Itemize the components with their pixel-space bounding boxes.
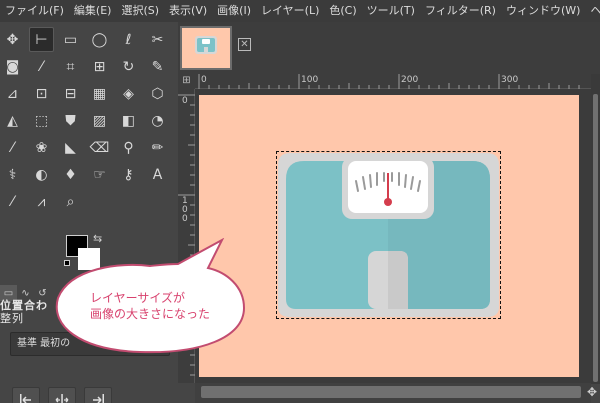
- menu-item[interactable]: 編集(E): [69, 0, 117, 22]
- align-section-label: 整列: [0, 312, 24, 325]
- rect-select-icon[interactable]: ▭: [58, 27, 83, 52]
- flip-icon[interactable]: ◭: [0, 108, 25, 133]
- horizontal-scroll-thumb[interactable]: [201, 386, 581, 398]
- dodge-icon[interactable]: ♦: [58, 162, 83, 187]
- callout-line-2: 画像の大きさになった: [90, 307, 211, 321]
- warp-transform-icon[interactable]: ⊟: [58, 81, 83, 106]
- horizontal-ruler: 0 100 200 300: [195, 74, 591, 89]
- menu-item[interactable]: 表示(V): [164, 0, 212, 22]
- airbrush-icon[interactable]: ⚲: [116, 135, 141, 160]
- callout-text: レイヤーサイズが 画像の大きさになった: [90, 290, 240, 322]
- lasso-icon[interactable]: ℓ: [116, 27, 141, 52]
- eraser-icon[interactable]: ⌫: [87, 135, 112, 160]
- fuzzy-select-icon[interactable]: ⁄: [29, 54, 54, 79]
- ruler-tick-label: 300: [501, 75, 519, 85]
- color-picker-icon[interactable]: ⊿: [0, 81, 25, 106]
- ruler-tick-label: 0: [201, 75, 207, 85]
- ruler-tick-label: 0: [182, 214, 188, 224]
- heal-icon[interactable]: ◧: [116, 108, 141, 133]
- tool-options-title: 位置合わ: [0, 299, 48, 312]
- ruler-corner-icon[interactable]: ⊞: [178, 74, 195, 89]
- align-center-button[interactable]: [48, 387, 76, 403]
- ruler-tick-label: 100: [301, 75, 319, 85]
- vertical-scroll-thumb[interactable]: [593, 94, 598, 382]
- crop-icon[interactable]: ⌗: [58, 54, 83, 79]
- ellipse-select-icon[interactable]: ◯: [87, 27, 112, 52]
- menu-item[interactable]: ウィンドウ(W): [501, 0, 585, 22]
- bucket-fill-icon[interactable]: ⛊: [58, 108, 83, 133]
- navigate-icon[interactable]: ✥: [587, 385, 600, 399]
- paintbrush-icon[interactable]: ⁄: [0, 135, 25, 160]
- image-tab-thumbnail[interactable]: [180, 26, 232, 70]
- seamless-clone-icon[interactable]: ⬚: [29, 108, 54, 133]
- align-right-button[interactable]: [84, 387, 112, 403]
- rotate-icon[interactable]: ↻: [116, 54, 141, 79]
- ruler-tick-label: 200: [401, 75, 419, 85]
- thumbnail-scale-icon: [195, 36, 217, 54]
- paths-icon[interactable]: ✎: [145, 54, 170, 79]
- color-picker-small-icon[interactable]: ⁄: [0, 189, 25, 214]
- menu-item[interactable]: ツール(T): [362, 0, 420, 22]
- scissors-select-icon[interactable]: ✂: [145, 27, 170, 52]
- image-tab-strip: ✕: [178, 22, 600, 74]
- foreground-select-icon[interactable]: ◙: [0, 54, 25, 79]
- unified-transform-icon[interactable]: ⊞: [87, 54, 112, 79]
- zoom-icon[interactable]: ⌕: [58, 189, 83, 214]
- 3d-transform-icon[interactable]: ◈: [116, 81, 141, 106]
- menu-item[interactable]: フィルター(R): [420, 0, 501, 22]
- text-icon[interactable]: A: [145, 162, 170, 187]
- cage-transform-icon[interactable]: ⬡: [145, 81, 170, 106]
- ink-icon[interactable]: ◣: [58, 135, 83, 160]
- align-tool-icon[interactable]: ⊢: [29, 27, 54, 52]
- perspective-icon[interactable]: ▦: [87, 81, 112, 106]
- menu-item[interactable]: 色(C): [324, 0, 361, 22]
- smudge-finger-icon[interactable]: ☞: [87, 162, 112, 187]
- align-left-button[interactable]: [12, 387, 40, 403]
- align-left-icon: [20, 394, 31, 403]
- layer-boundary: [276, 151, 501, 319]
- handle-transform-icon[interactable]: ⊡: [29, 81, 54, 106]
- ruler-tick-label: 0: [182, 96, 188, 106]
- smudge-icon[interactable]: ❀: [29, 135, 54, 160]
- align-center-icon: [55, 394, 69, 403]
- menu-item[interactable]: ファイル(F): [0, 0, 69, 22]
- clone-icon[interactable]: ◔: [145, 108, 170, 133]
- callout-line-1: レイヤーサイズが: [90, 291, 186, 305]
- menu-item[interactable]: レイヤー(L): [256, 0, 324, 22]
- menu-item[interactable]: ヘルプ(H): [585, 0, 600, 22]
- align-right-icon: [93, 394, 104, 403]
- dodge-burn-icon[interactable]: ⚷: [116, 162, 141, 187]
- pencil-icon[interactable]: ✏: [145, 135, 170, 160]
- menu-item[interactable]: 選択(S): [116, 0, 164, 22]
- measure-icon[interactable]: ⩘: [29, 189, 54, 214]
- move-tool-icon[interactable]: ✥: [0, 27, 25, 52]
- close-tab-icon[interactable]: ✕: [238, 38, 251, 51]
- menu-item[interactable]: 画像(I): [212, 0, 256, 22]
- menu-bar: ファイル(F) 編集(E) 選択(S) 表示(V) 画像(I) レイヤー(L) 色(C) ツー…: [0, 0, 600, 22]
- blur-icon[interactable]: ◐: [29, 162, 54, 187]
- mypaint-brush-icon[interactable]: ⚕: [0, 162, 25, 187]
- gradient-icon[interactable]: ▨: [87, 108, 112, 133]
